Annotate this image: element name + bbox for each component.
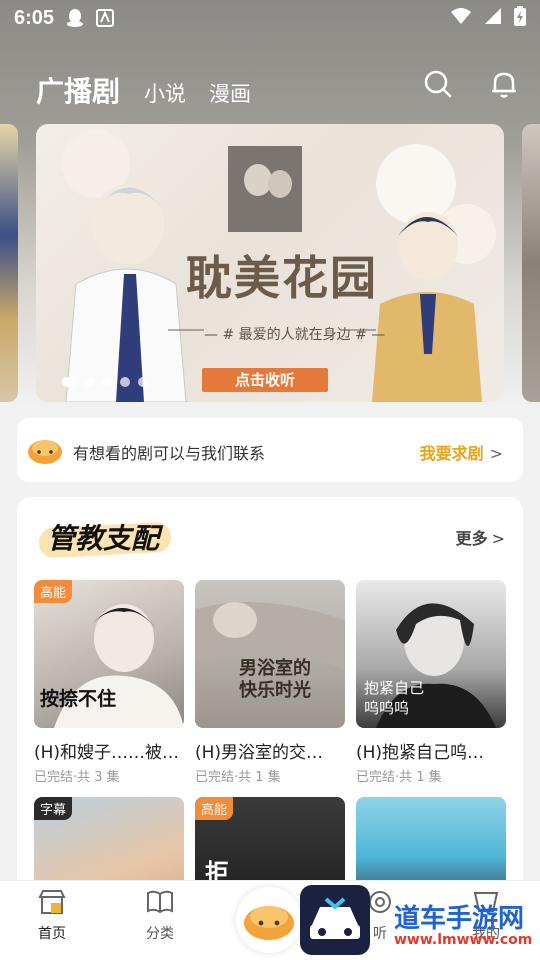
section-card: 管教支配 更多 > 高能 按捺不住 (H)和嫂子……被… 已完结·共 3 集 男浴… — [17, 497, 523, 917]
cover-artwork — [195, 602, 345, 670]
drama-cover: 男浴室的 快乐时光 — [195, 580, 345, 728]
carousel-dot — [84, 377, 94, 387]
bell-icon[interactable] — [488, 68, 520, 100]
request-drama-link[interactable]: 我要求剧 > — [420, 440, 503, 464]
carousel-dot — [120, 377, 130, 387]
watermark-logo — [300, 885, 370, 955]
drama-cover: 高能 按捺不住 — [34, 580, 184, 728]
banner-title: 耽美花园 — [186, 251, 378, 305]
cover-title-text: 抱紧自己 呜呜呜 — [364, 679, 425, 717]
book-icon — [145, 890, 175, 919]
cover-title-text: 男浴室的 快乐时光 — [239, 658, 311, 701]
carousel-dot — [138, 377, 148, 387]
bun-mascot-icon — [243, 899, 295, 945]
banner-subtitle: — # 最爱的人就在身边 # — — [204, 327, 386, 343]
status-bar: 6:05 — [0, 0, 540, 36]
battery-icon — [514, 6, 526, 30]
drama-meta: 已完结·共 1 集 — [356, 770, 442, 785]
top-nav: 广播剧 小说 漫画 — [0, 58, 540, 112]
tab-comic[interactable]: 漫画 — [209, 78, 251, 108]
carousel-prev-peek[interactable] — [0, 124, 18, 402]
drama-title: (H)男浴室的交… — [195, 743, 324, 763]
tab-label: 分类 — [146, 926, 174, 942]
tab-home[interactable]: 首页 — [22, 889, 82, 943]
tab-label: 首页 — [38, 926, 66, 942]
tab-category[interactable]: 分类 — [130, 889, 190, 943]
drama-meta: 已完结·共 3 集 — [34, 770, 120, 785]
more-link[interactable]: 更多 > — [456, 525, 505, 549]
chevron-right-icon: > — [489, 444, 503, 463]
drama-title: (H)抱紧自己呜… — [356, 743, 485, 763]
carousel-dot — [62, 377, 76, 387]
qq-notification-icon — [66, 8, 84, 28]
banner-listen-button[interactable]: 点击收听 — [202, 368, 328, 392]
tab-novel[interactable]: 小说 — [144, 78, 186, 108]
request-drama-banner[interactable]: 有想看的剧可以与我们联系 我要求剧 > — [17, 418, 523, 482]
signal-icon — [484, 7, 502, 29]
banner-slide[interactable]: 耽美花园 — # 最爱的人就在身边 # — 点击收听 — [36, 124, 504, 402]
app-notification-icon — [96, 9, 115, 27]
carousel-indicator — [62, 377, 148, 387]
watermark-text: 道车手游网 — [394, 904, 525, 934]
drama-meta: 已完结·共 1 集 — [195, 770, 281, 785]
status-time: 6:05 — [14, 6, 55, 29]
center-play-button[interactable] — [236, 887, 302, 953]
wifi-icon — [450, 7, 472, 29]
request-link-label: 我要求剧 — [419, 444, 484, 463]
carousel-next-peek[interactable] — [522, 124, 540, 402]
cover-title-text: 按捺不住 — [40, 688, 117, 710]
watermark-url: www.lmwww.com — [394, 932, 533, 948]
badge-subtitles: 字幕 — [34, 797, 73, 820]
search-icon[interactable] — [422, 68, 454, 100]
status-right — [450, 6, 526, 30]
drama-title: (H)和嫂子……被… — [34, 743, 180, 763]
shop-icon — [37, 890, 67, 919]
chevron-right-icon: > — [491, 529, 505, 548]
carousel-dot — [102, 377, 112, 387]
section-title: 管教支配 — [47, 522, 160, 555]
drama-cover: 抱紧自己 呜呜呜 — [356, 580, 506, 728]
more-link-label: 更多 — [455, 529, 488, 548]
badge-high-energy: 高能 — [34, 580, 73, 603]
bun-mascot-icon — [27, 434, 63, 470]
request-prompt-text: 有想看的剧可以与我们联系 — [73, 444, 266, 463]
badge-high-energy: 高能 — [195, 797, 234, 820]
tab-radio-drama[interactable]: 广播剧 — [36, 70, 120, 110]
